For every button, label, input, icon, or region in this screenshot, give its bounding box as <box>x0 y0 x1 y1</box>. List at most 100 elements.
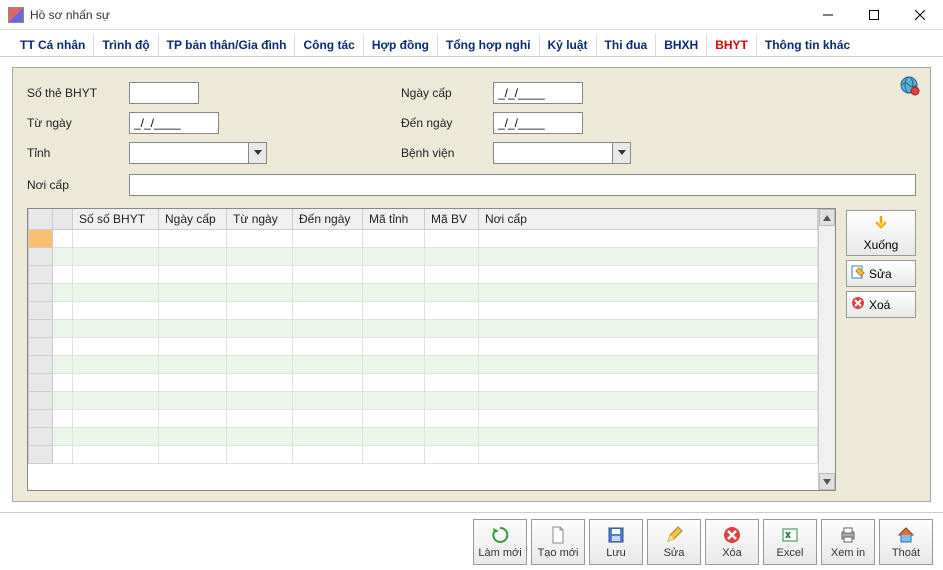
tab-h-p-ng[interactable]: Hợp đồng <box>364 34 438 56</box>
tab-tr-nh-[interactable]: Trình độ <box>94 34 158 56</box>
close-button[interactable] <box>897 0 943 29</box>
luu-button[interactable]: Lưu <box>589 519 643 565</box>
tinh-dropdown-icon[interactable] <box>249 142 267 164</box>
col-header[interactable]: Đến ngày <box>293 209 363 229</box>
delete-icon <box>851 296 865 313</box>
col-header[interactable]: Ngày cấp <box>159 209 227 229</box>
xemin-label: Xem in <box>831 547 865 559</box>
form-noicap: Nơi cấp <box>27 174 916 196</box>
excel-button[interactable]: Excel <box>763 519 817 565</box>
sothe-label: Số thẻ BHYT <box>27 86 117 100</box>
tungay-label: Từ ngày <box>27 116 117 130</box>
xoa-label: Xóa <box>722 547 742 559</box>
content-area: Số thẻ BHYT Ngày cấp Từ ngày Đến ngày Tỉ… <box>0 57 943 512</box>
table-row[interactable] <box>29 391 818 409</box>
arrow-down-icon <box>873 215 889 234</box>
refresh-icon <box>490 525 510 545</box>
xuong-label: Xuống <box>864 238 899 252</box>
table-row[interactable] <box>29 283 818 301</box>
tab-c-ng-t-c[interactable]: Công tác <box>295 34 363 56</box>
table-row[interactable] <box>29 445 818 463</box>
luu-label: Lưu <box>606 547 626 559</box>
col-header[interactable]: Từ ngày <box>227 209 293 229</box>
main-panel: Số thẻ BHYT Ngày cấp Từ ngày Đến ngày Tỉ… <box>12 67 931 502</box>
delete-x-icon <box>722 525 742 545</box>
lammoi-label: Làm mới <box>478 547 521 559</box>
ngaycap-input[interactable] <box>493 82 583 104</box>
data-grid[interactable]: Số số BHYTNgày cấpTừ ngàyĐến ngàyMã tỉnh… <box>28 209 818 490</box>
xoa-side-button[interactable]: Xoá <box>846 291 916 318</box>
table-row[interactable] <box>29 247 818 265</box>
table-row[interactable] <box>29 229 818 247</box>
tinh-input[interactable] <box>129 142 249 164</box>
home-icon <box>896 525 916 545</box>
grid-container: Số số BHYTNgày cấpTừ ngàyĐến ngàyMã tỉnh… <box>27 208 836 491</box>
xuong-button[interactable]: Xuống <box>846 210 916 256</box>
col-header[interactable]: Nơi cấp <box>479 209 818 229</box>
table-row[interactable] <box>29 319 818 337</box>
table-row[interactable] <box>29 355 818 373</box>
tab-k-lu-t[interactable]: Kỷ luật <box>540 34 597 56</box>
tab-tt-c-nh-n[interactable]: TT Cá nhân <box>12 34 94 56</box>
tab-th-ng-tin-kh-c[interactable]: Thông tin khác <box>757 34 858 56</box>
table-row[interactable] <box>29 373 818 391</box>
tabs-bar: TT Cá nhânTrình độTP bản thân/Gia đìnhCô… <box>0 30 943 57</box>
xemin-button[interactable]: Xem in <box>821 519 875 565</box>
save-icon <box>606 525 626 545</box>
tab-thi-ua[interactable]: Thi đua <box>597 34 657 56</box>
window-buttons <box>805 0 943 29</box>
tab-bhyt[interactable]: BHYT <box>707 34 757 56</box>
app-icon <box>8 7 24 23</box>
benhvien-label: Bệnh viện <box>401 146 481 160</box>
titlebar: Hồ sơ nhấn sự <box>0 0 943 30</box>
tinh-combo[interactable] <box>129 142 389 164</box>
benhvien-dropdown-icon[interactable] <box>613 142 631 164</box>
xoa-button[interactable]: Xóa <box>705 519 759 565</box>
globe-icon[interactable] <box>900 76 920 96</box>
bottom-toolbar: Làm mới Tạo mới Lưu Sửa Xóa Excel Xem in… <box>0 512 943 570</box>
table-row[interactable] <box>29 265 818 283</box>
window-title: Hồ sơ nhấn sự <box>30 8 805 22</box>
benhvien-input[interactable] <box>493 142 613 164</box>
xoa-side-label: Xoá <box>869 298 890 312</box>
sua-label: Sửa <box>664 547 685 559</box>
noicap-input[interactable] <box>129 174 916 196</box>
table-row[interactable] <box>29 301 818 319</box>
sua-button[interactable]: Sửa <box>647 519 701 565</box>
sua-side-button[interactable]: Sửa <box>846 260 916 287</box>
scroll-up-icon[interactable] <box>819 209 835 226</box>
denngay-label: Đến ngày <box>401 116 481 130</box>
print-preview-icon <box>838 525 858 545</box>
lammoi-button[interactable]: Làm mới <box>473 519 527 565</box>
denngay-input[interactable] <box>493 112 583 134</box>
table-row[interactable] <box>29 409 818 427</box>
side-buttons: Xuống Sửa Xoá <box>846 208 916 491</box>
form-grid: Số thẻ BHYT Ngày cấp Từ ngày Đến ngày Tỉ… <box>27 82 916 164</box>
table-row[interactable] <box>29 427 818 445</box>
minimize-button[interactable] <box>805 0 851 29</box>
grid-scrollbar[interactable] <box>818 209 835 490</box>
scroll-down-icon[interactable] <box>819 473 835 490</box>
scroll-track[interactable] <box>819 226 835 473</box>
taomoi-button[interactable]: Tạo mới <box>531 519 585 565</box>
grid-wrap: Số số BHYTNgày cấpTừ ngàyĐến ngàyMã tỉnh… <box>27 208 916 491</box>
col-header[interactable]: Mã tỉnh <box>363 209 425 229</box>
tab-t-ng-h-p-ngh-[interactable]: Tổng hợp nghỉ <box>438 34 540 56</box>
thoat-label: Thoát <box>892 547 920 559</box>
col-header[interactable]: Mã BV <box>425 209 479 229</box>
tab-tp-b-n-th-n-gia-nh[interactable]: TP bản thân/Gia đình <box>159 34 296 56</box>
new-file-icon <box>548 525 568 545</box>
ngaycap-label: Ngày cấp <box>401 86 481 100</box>
table-row[interactable] <box>29 337 818 355</box>
noicap-label: Nơi cấp <box>27 178 117 192</box>
benhvien-combo[interactable] <box>493 142 753 164</box>
col-header[interactable]: Số số BHYT <box>73 209 159 229</box>
sothe-input[interactable] <box>129 82 199 104</box>
excel-icon <box>780 525 800 545</box>
excel-label: Excel <box>777 547 804 559</box>
sua-side-label: Sửa <box>869 267 892 281</box>
tab-bhxh[interactable]: BHXH <box>656 34 707 56</box>
tungay-input[interactable] <box>129 112 219 134</box>
maximize-button[interactable] <box>851 0 897 29</box>
thoat-button[interactable]: Thoát <box>879 519 933 565</box>
